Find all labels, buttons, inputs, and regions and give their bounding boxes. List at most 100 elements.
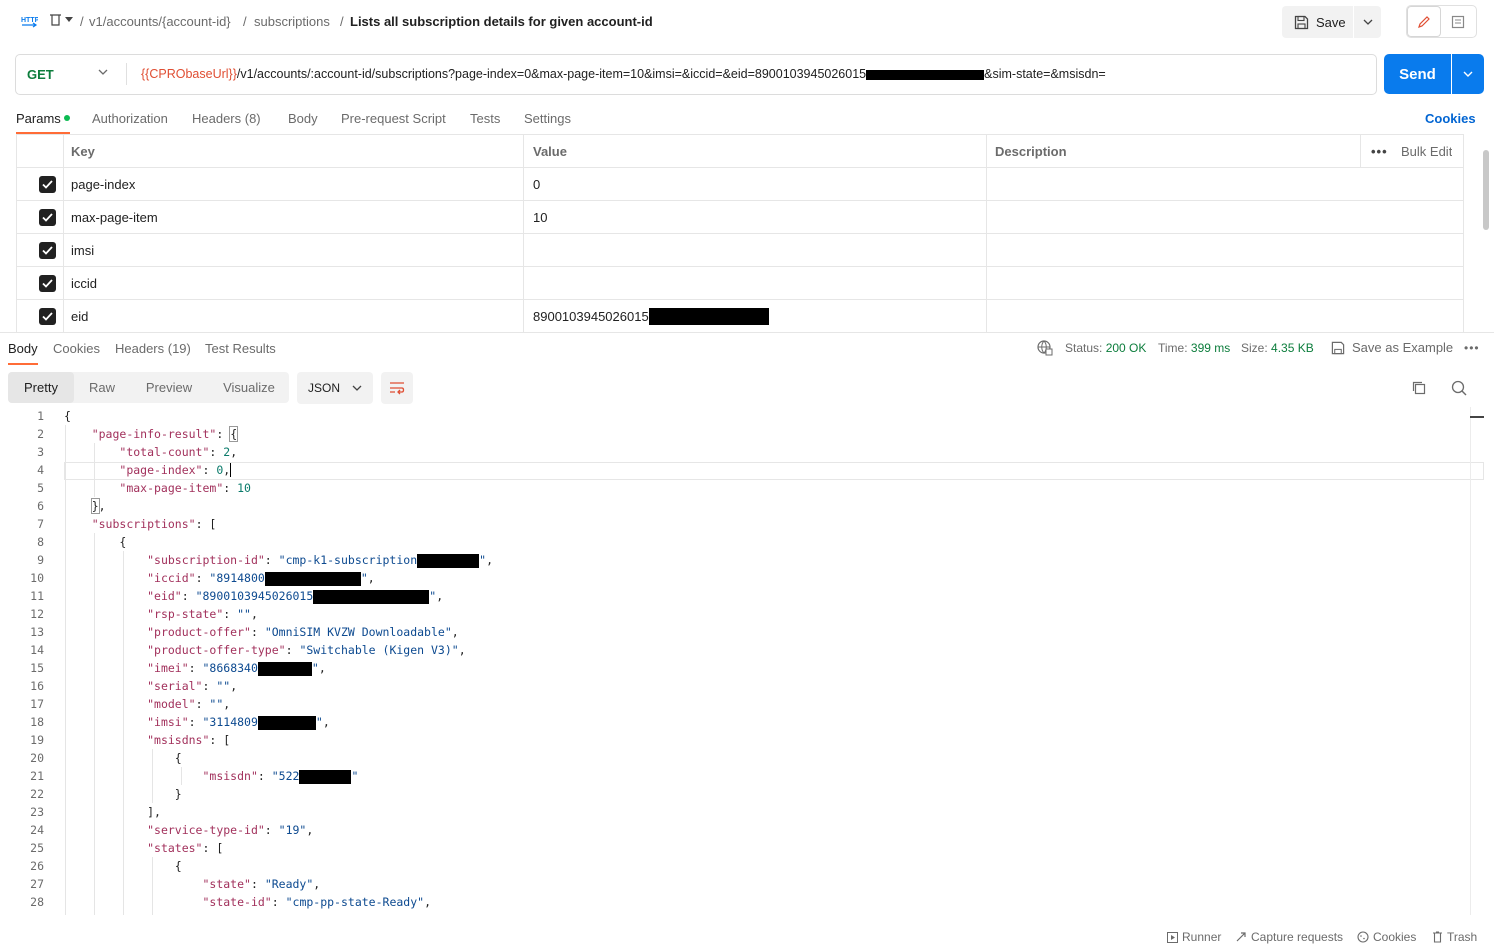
url-bar: GET {{CPRObaseUrl}}/v1/accounts/:account… — [15, 54, 1377, 95]
params-active-dot — [63, 115, 70, 121]
more-options-icon[interactable]: ••• — [1371, 135, 1388, 168]
tab-body[interactable]: Body — [288, 111, 318, 126]
code-line: 15 "imei": "8668340 ", — [0, 659, 1470, 677]
runner-button[interactable]: Runner — [1167, 930, 1221, 944]
code-line: 27 "state": "Ready", — [0, 875, 1470, 893]
column-header-description: Description — [995, 144, 1067, 159]
save-button[interactable]: Save — [1282, 6, 1353, 38]
capture-requests-button[interactable]: Capture requests — [1235, 930, 1343, 944]
line-number: 12 — [30, 607, 44, 621]
param-value[interactable]: 0 — [533, 168, 540, 201]
send-label: Send — [1399, 65, 1436, 83]
table-row: page-index 0 — [16, 168, 1464, 201]
trash-label: Trash — [1447, 930, 1478, 944]
save-as-example-button[interactable]: Save as Example — [1331, 340, 1453, 355]
tab-pre-request-script[interactable]: Pre-request Script — [341, 111, 446, 126]
request-title[interactable]: Lists all subscription details for given… — [350, 14, 653, 29]
chevron-down-icon — [1463, 71, 1473, 77]
json-key: "product-offer-type" — [147, 643, 286, 657]
cookie-icon — [1357, 931, 1369, 943]
json-key: "msisdns" — [147, 733, 210, 747]
param-key[interactable]: page-index — [71, 168, 135, 201]
tab-response-body[interactable]: Body — [8, 341, 38, 365]
line-number: 27 — [30, 877, 44, 891]
row-checkbox[interactable] — [39, 275, 56, 292]
cookies-link[interactable]: Cookies — [1425, 111, 1476, 126]
json-string: "" — [216, 679, 231, 693]
trash-button[interactable]: Trash — [1432, 930, 1477, 944]
comments-mode-button[interactable] — [1441, 6, 1475, 37]
tab-authorization[interactable]: Authorization — [92, 111, 168, 126]
json-key: "eid" — [147, 589, 182, 603]
preview-view-button[interactable]: Preview — [133, 372, 205, 403]
params-table: Key Value Description ••• Bulk Edit page… — [16, 134, 1464, 332]
code-line: 6 }, — [0, 497, 1470, 515]
code-line: 9 "subscription-id": "cmp-k1-subscriptio… — [0, 551, 1470, 569]
param-key[interactable]: max-page-item — [71, 201, 158, 234]
trash-can-icon — [50, 14, 61, 26]
editor-scrollbar-track[interactable] — [1470, 407, 1471, 915]
code-line: 23 ], — [0, 803, 1470, 821]
code-line: 24 "service-type-id": "19", — [0, 821, 1470, 839]
row-checkbox[interactable] — [39, 176, 56, 193]
edit-mode-button[interactable] — [1407, 6, 1441, 37]
code-line: 10 "iccid": "8914800 ", — [0, 569, 1470, 587]
json-key: "state-id" — [202, 895, 272, 909]
row-checkbox[interactable] — [39, 308, 56, 325]
breadcrumb-separator: / — [340, 14, 344, 29]
copy-icon[interactable] — [1411, 380, 1427, 396]
send-options-button[interactable] — [1452, 54, 1484, 94]
wrap-lines-button[interactable] — [381, 372, 413, 404]
response-body-editor[interactable]: 1{ 2 "page-info-result": { 3 "total-coun… — [0, 407, 1470, 915]
url-variable[interactable]: {{CPRObaseUrl}} — [141, 67, 237, 81]
checkmark-icon — [42, 279, 53, 288]
format-label: JSON — [308, 381, 341, 395]
param-key[interactable]: imsi — [71, 234, 94, 267]
breadcrumb-item-1[interactable]: v1/accounts/{account-id} — [89, 14, 231, 29]
tab-settings[interactable]: Settings — [524, 111, 571, 126]
line-number: 20 — [30, 751, 44, 765]
json-key: "iccid" — [147, 571, 196, 585]
param-value[interactable]: 8900103945026015 — [533, 300, 769, 332]
tab-params[interactable]: Params — [16, 111, 70, 134]
bulk-edit-button[interactable]: Bulk Edit — [1401, 135, 1452, 168]
view-mode-toggle — [1406, 5, 1477, 38]
save-options-button[interactable] — [1354, 6, 1381, 38]
search-icon[interactable] — [1451, 380, 1467, 396]
breadcrumb-separator: / — [80, 14, 84, 29]
tab-tests[interactable]: Tests — [470, 111, 500, 126]
code-line: 13 "product-offer": "OmniSIM KVZW Downlo… — [0, 623, 1470, 641]
globe-network-icon[interactable] — [1037, 340, 1053, 356]
url-input[interactable]: {{CPRObaseUrl}}/v1/accounts/:account-id/… — [141, 67, 1106, 81]
tab-headers[interactable]: Headers (8) — [192, 111, 261, 126]
visualize-view-button[interactable]: Visualize — [213, 372, 285, 403]
row-checkbox[interactable] — [39, 242, 56, 259]
method-label: GET — [27, 67, 54, 82]
scrollbar[interactable] — [1483, 150, 1489, 230]
pencil-icon — [1418, 15, 1430, 28]
line-number: 19 — [30, 733, 44, 747]
raw-view-button[interactable]: Raw — [78, 372, 126, 403]
row-checkbox[interactable] — [39, 209, 56, 226]
param-key[interactable]: iccid — [71, 267, 97, 300]
collection-dropdown[interactable] — [49, 13, 73, 27]
footer-cookies-button[interactable]: Cookies — [1357, 930, 1416, 944]
format-select[interactable]: JSON — [297, 372, 373, 404]
breadcrumb-item-2[interactable]: subscriptions — [254, 14, 330, 29]
checkmark-icon — [42, 213, 53, 222]
chevron-down-icon — [1363, 19, 1372, 25]
method-select[interactable]: GET — [16, 55, 126, 94]
json-key: "state" — [202, 877, 251, 891]
tab-response-headers[interactable]: Headers (19) — [115, 341, 191, 356]
more-options-icon[interactable]: ••• — [1464, 341, 1480, 355]
tab-test-results[interactable]: Test Results — [205, 341, 276, 356]
send-button[interactable]: Send — [1384, 54, 1451, 94]
json-string: "Ready" — [264, 877, 314, 891]
tab-label: Params — [16, 111, 61, 126]
json-string: "" — [209, 697, 224, 711]
param-value[interactable]: 10 — [533, 201, 547, 234]
json-string: "3114809 — [202, 715, 258, 729]
param-key[interactable]: eid — [71, 300, 88, 332]
pretty-view-button[interactable]: Pretty — [8, 372, 74, 403]
tab-response-cookies[interactable]: Cookies — [53, 341, 100, 356]
